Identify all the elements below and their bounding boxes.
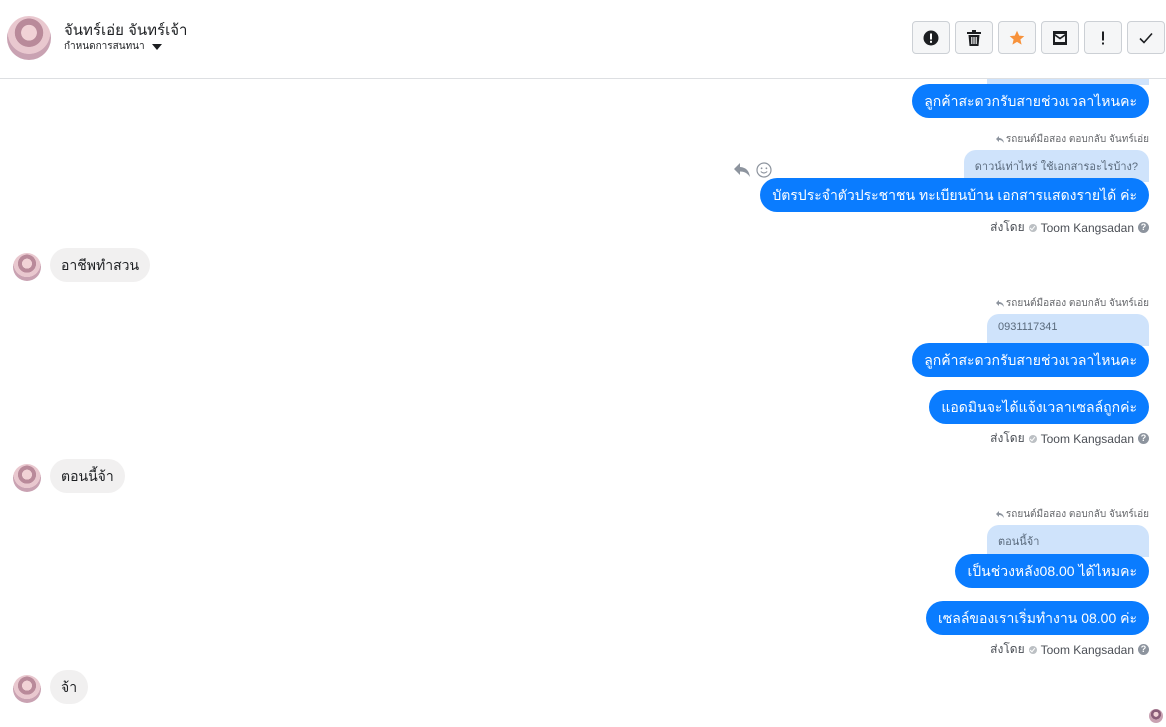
outgoing-message[interactable]: แอดมินจะได้แจ้งเวลาเซลล์ถูกค่ะ — [929, 390, 1149, 424]
delete-button[interactable] — [955, 21, 993, 54]
quoted-message: 0931117341 — [987, 314, 1149, 346]
verified-icon — [1028, 434, 1037, 443]
outgoing-message[interactable]: เซลล์ของเราเริ่มทำงาน 08.00 ค่ะ — [925, 601, 1149, 635]
contact-avatar-small[interactable] — [13, 464, 41, 492]
alert-circle-icon — [923, 30, 939, 45]
contact-avatar-small[interactable] — [13, 675, 41, 703]
sent-by-info: ส่งโดย Toom Kangsadan ? — [990, 218, 1149, 237]
mark-unread-button[interactable] — [1041, 21, 1079, 54]
important-button[interactable] — [1084, 21, 1122, 54]
check-icon — [1139, 32, 1153, 44]
conversation-toolbar — [912, 21, 1165, 54]
sent-by-prefix: ส่งโดย — [990, 642, 1025, 656]
conversation-header: จันทร์เอ่ย จันทร์เจ้า กำหนดการสนทนา — [0, 0, 1166, 79]
incoming-message[interactable]: จ้า — [50, 670, 89, 704]
reply-label-text: รถยนต์มือสอง ตอบกลับ จันทร์เอ่ย — [1005, 509, 1149, 520]
trash-icon — [967, 29, 981, 46]
reply-label: รถยนต์มือสอง ตอบกลับ จันทร์เอ่ย — [995, 296, 1149, 311]
spam-button[interactable] — [912, 21, 950, 54]
incoming-message[interactable]: อาชีพทำสวน — [50, 248, 151, 282]
seen-indicator-avatar — [1149, 709, 1163, 723]
outgoing-message[interactable]: บัตรประจำตัวประชาชน ทะเบียนบ้าน เอกสารแส… — [760, 178, 1149, 212]
reply-label: รถยนต์มือสอง ตอบกลับ จันทร์เอ่ย — [995, 132, 1149, 147]
reply-label-text: รถยนต์มือสอง ตอบกลับ จันทร์เอ่ย — [1005, 134, 1149, 145]
verified-icon — [1028, 645, 1037, 654]
sent-by-prefix: ส่งโดย — [990, 431, 1025, 445]
envelope-icon — [1053, 30, 1067, 45]
message-hover-actions — [734, 162, 772, 183]
quoted-message: ตอนนี้จ้า — [987, 525, 1149, 557]
reply-icon[interactable] — [734, 163, 750, 182]
incoming-message[interactable]: ตอนนี้จ้า — [50, 459, 125, 493]
sent-by-prefix: ส่งโดย — [990, 220, 1025, 234]
conversation-action-label: กำหนดการสนทนา — [64, 41, 145, 52]
help-icon[interactable]: ? — [1138, 222, 1149, 233]
reply-icon — [995, 511, 1004, 518]
sent-by-info: ส่งโดย Toom Kangsadan ? — [990, 640, 1149, 659]
outgoing-message[interactable]: เป็นช่วงหลัง08.00 ได้ไหมคะ — [955, 554, 1149, 588]
conversation-action-dropdown[interactable]: กำหนดการสนทนา — [64, 39, 162, 54]
reply-label: รถยนต์มือสอง ตอบกลับ จันทร์เอ่ย — [995, 507, 1149, 522]
outgoing-message[interactable]: ลูกค้าสะดวกรับสายช่วงเวลาไหนคะ — [912, 84, 1149, 118]
outgoing-message[interactable]: ลูกค้าสะดวกรับสายช่วงเวลาไหนคะ — [912, 343, 1149, 377]
exclamation-icon — [1102, 31, 1104, 44]
help-icon[interactable]: ? — [1138, 433, 1149, 444]
contact-avatar-small[interactable] — [13, 253, 41, 281]
verified-icon — [1028, 223, 1037, 232]
sender-name[interactable]: Toom Kangsadan — [1041, 432, 1134, 446]
sender-name[interactable]: Toom Kangsadan — [1041, 221, 1134, 235]
reply-icon — [995, 136, 1004, 143]
contact-avatar[interactable] — [7, 16, 51, 60]
caret-down-icon — [151, 43, 162, 50]
sent-by-info: ส่งโดย Toom Kangsadan ? — [990, 429, 1149, 448]
sender-name[interactable]: Toom Kangsadan — [1041, 643, 1134, 657]
reply-icon — [995, 300, 1004, 307]
help-icon[interactable]: ? — [1138, 644, 1149, 655]
message-thread[interactable]: ลูกค้าสะดวกรับสายช่วงเวลาไหนคะ รถยนต์มือ… — [0, 79, 1166, 727]
star-icon — [1009, 30, 1025, 45]
done-button[interactable] — [1127, 21, 1165, 54]
reply-label-text: รถยนต์มือสอง ตอบกลับ จันทร์เอ่ย — [1005, 298, 1149, 309]
star-button[interactable] — [998, 21, 1036, 54]
